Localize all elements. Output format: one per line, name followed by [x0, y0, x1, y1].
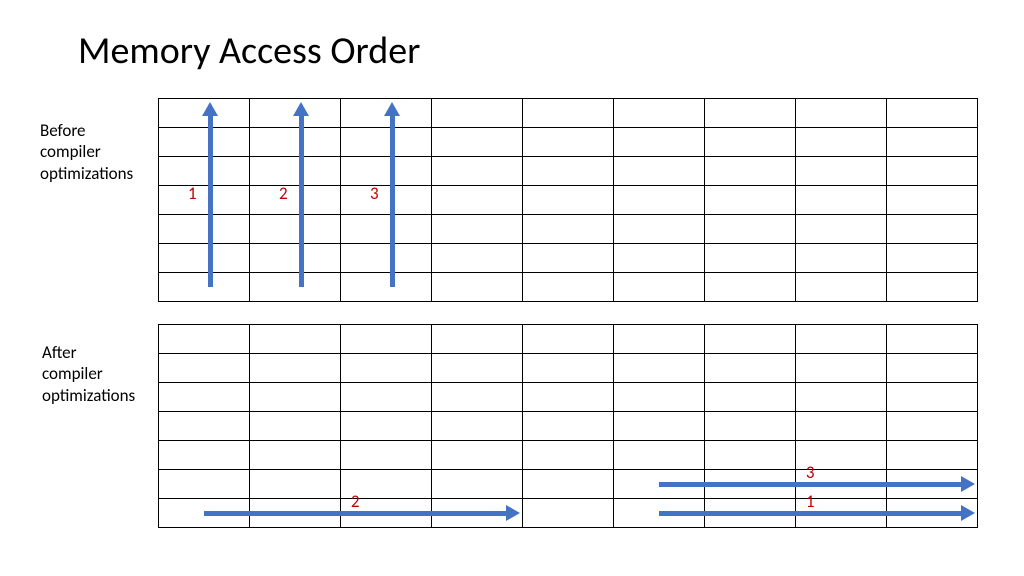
slide-title: Memory Access Order — [78, 28, 420, 74]
before-label: Beforecompileroptimizations — [40, 120, 133, 184]
after-arrow-label-3: 3 — [806, 462, 815, 483]
before-arrow-3 — [390, 114, 395, 287]
after-grid — [158, 324, 978, 528]
after-arrow-label-2: 1 — [806, 491, 815, 512]
before-arrow-label-3: 3 — [370, 183, 379, 204]
after-arrow-label-1: 2 — [351, 491, 360, 512]
after-label: Aftercompileroptimizations — [42, 342, 135, 406]
before-arrow-label-1: 1 — [188, 183, 197, 204]
before-arrow-1 — [208, 114, 213, 287]
before-arrow-label-2: 2 — [279, 183, 288, 204]
before-arrow-2 — [299, 114, 304, 287]
